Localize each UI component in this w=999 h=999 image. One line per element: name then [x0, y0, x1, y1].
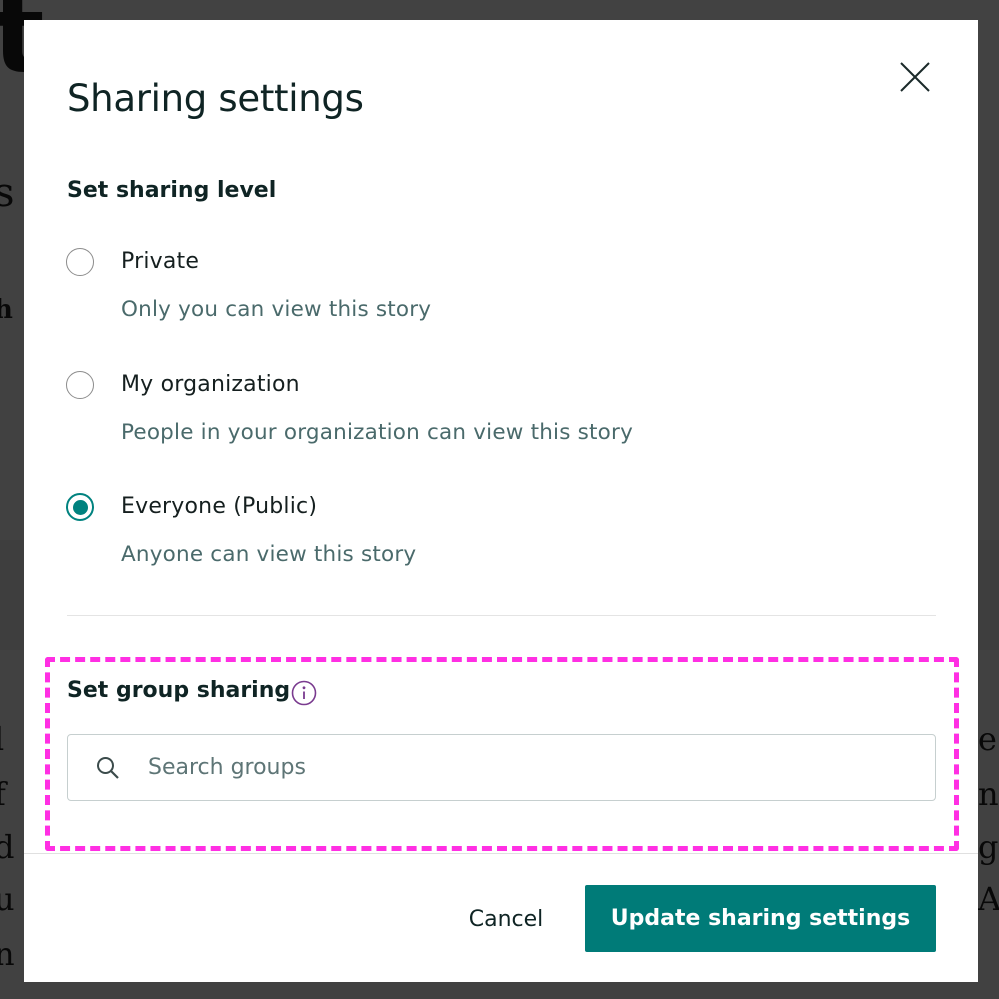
cancel-button[interactable]: Cancel [436, 886, 576, 953]
search-groups-input[interactable] [148, 735, 908, 799]
section-divider [67, 615, 936, 616]
update-sharing-settings-button[interactable]: Update sharing settings [585, 885, 936, 952]
search-icon [97, 757, 119, 779]
radio-option-public[interactable]: Everyone (Public) Anyone can view this s… [66, 493, 866, 573]
radio-option-organization[interactable]: My organization People in your organizat… [66, 371, 866, 451]
radio-selected-dot [73, 500, 88, 515]
group-search-field[interactable] [67, 734, 936, 801]
radio-button-private[interactable] [66, 248, 94, 276]
radio-button-organization[interactable] [66, 371, 94, 399]
radio-button-public[interactable] [66, 493, 94, 521]
sharing-settings-dialog: Sharing settings Set sharing level Priva… [24, 20, 978, 982]
radio-option-private[interactable]: Private Only you can view this story [66, 248, 866, 328]
dialog-title: Sharing settings [67, 77, 364, 120]
radio-description-public: Anyone can view this story [121, 542, 417, 567]
radio-description-private: Only you can view this story [121, 297, 432, 322]
radio-description-organization: People in your organization can view thi… [121, 420, 634, 445]
info-icon [291, 680, 317, 706]
radio-label-organization: My organization [121, 372, 300, 397]
info-button[interactable] [291, 680, 317, 706]
group-sharing-heading: Set group sharing [67, 678, 291, 703]
radio-label-private: Private [121, 249, 200, 274]
footer-divider [24, 853, 978, 854]
radio-label-public: Everyone (Public) [121, 494, 318, 519]
close-icon [900, 62, 930, 92]
sharing-level-heading: Set sharing level [67, 178, 277, 203]
close-button[interactable] [896, 58, 934, 96]
